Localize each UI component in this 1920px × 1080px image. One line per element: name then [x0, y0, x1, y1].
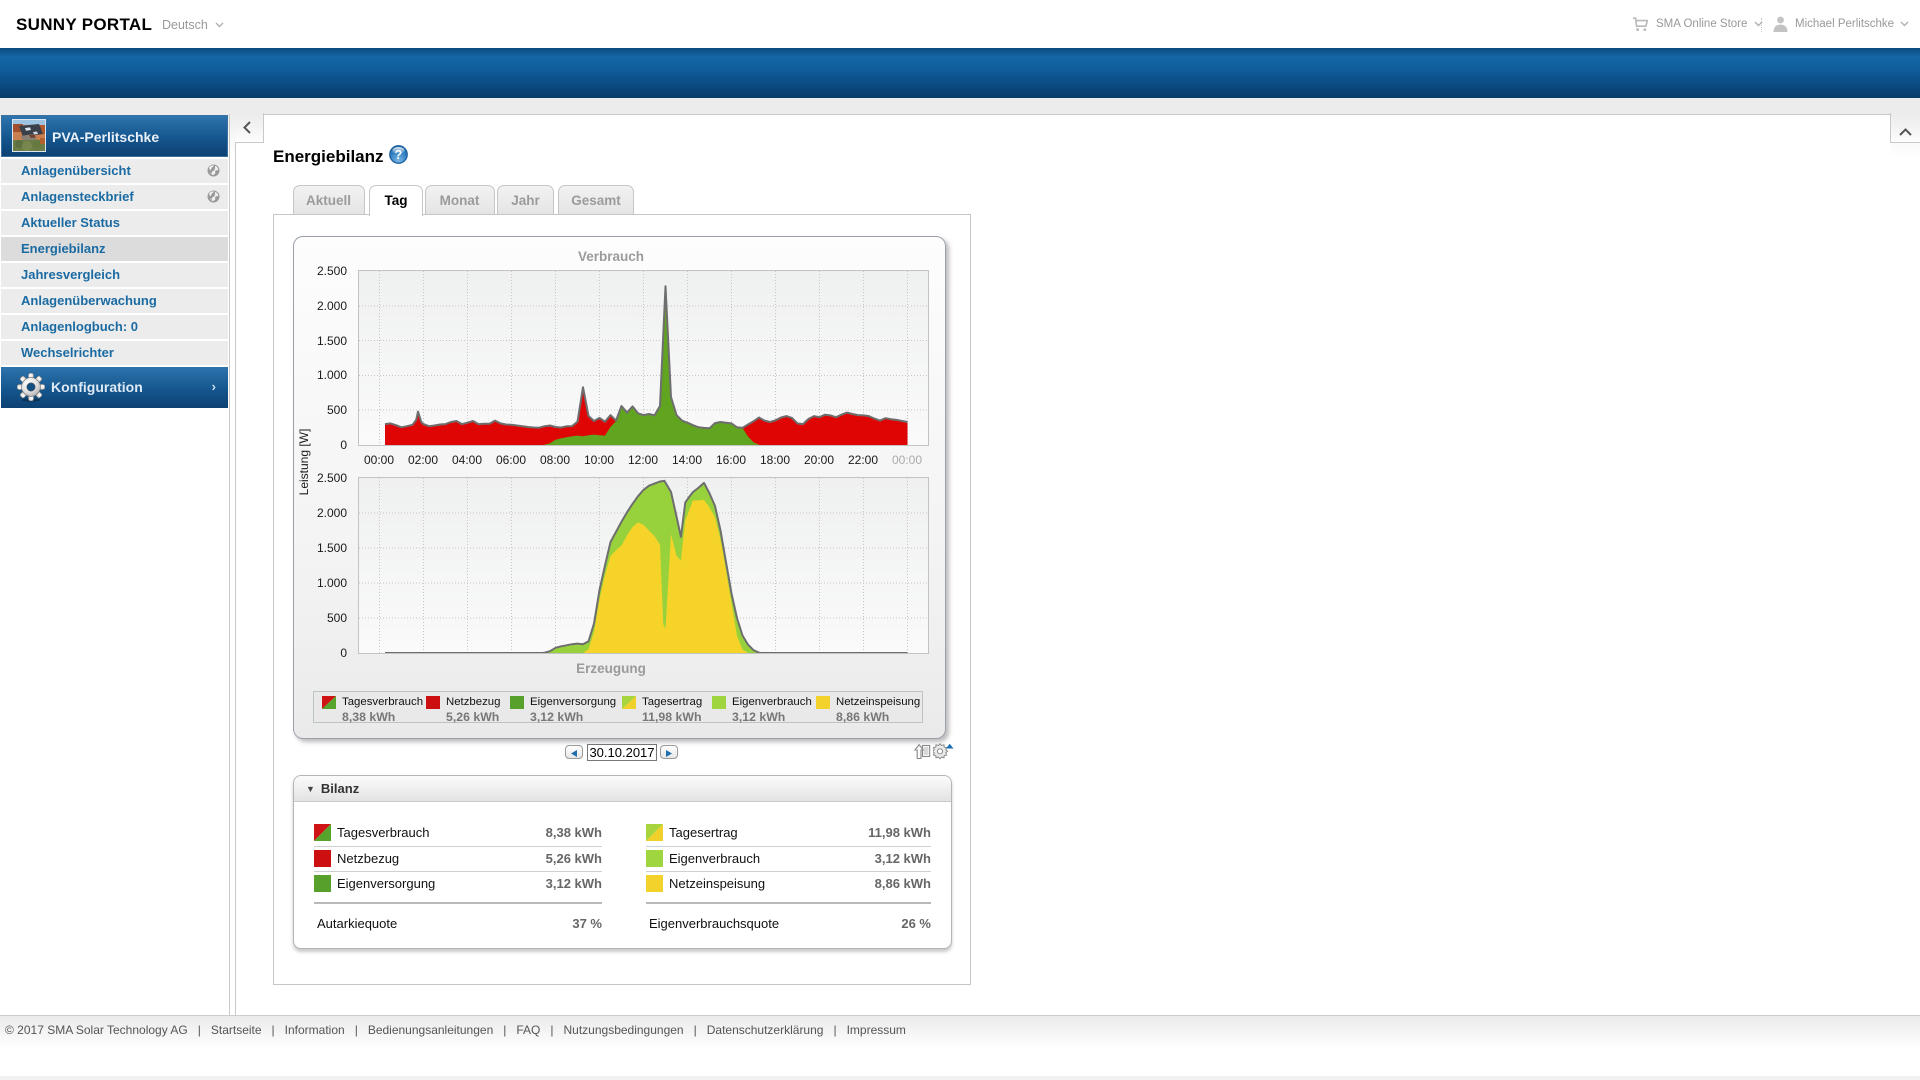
svg-text:?: ?: [395, 148, 403, 162]
